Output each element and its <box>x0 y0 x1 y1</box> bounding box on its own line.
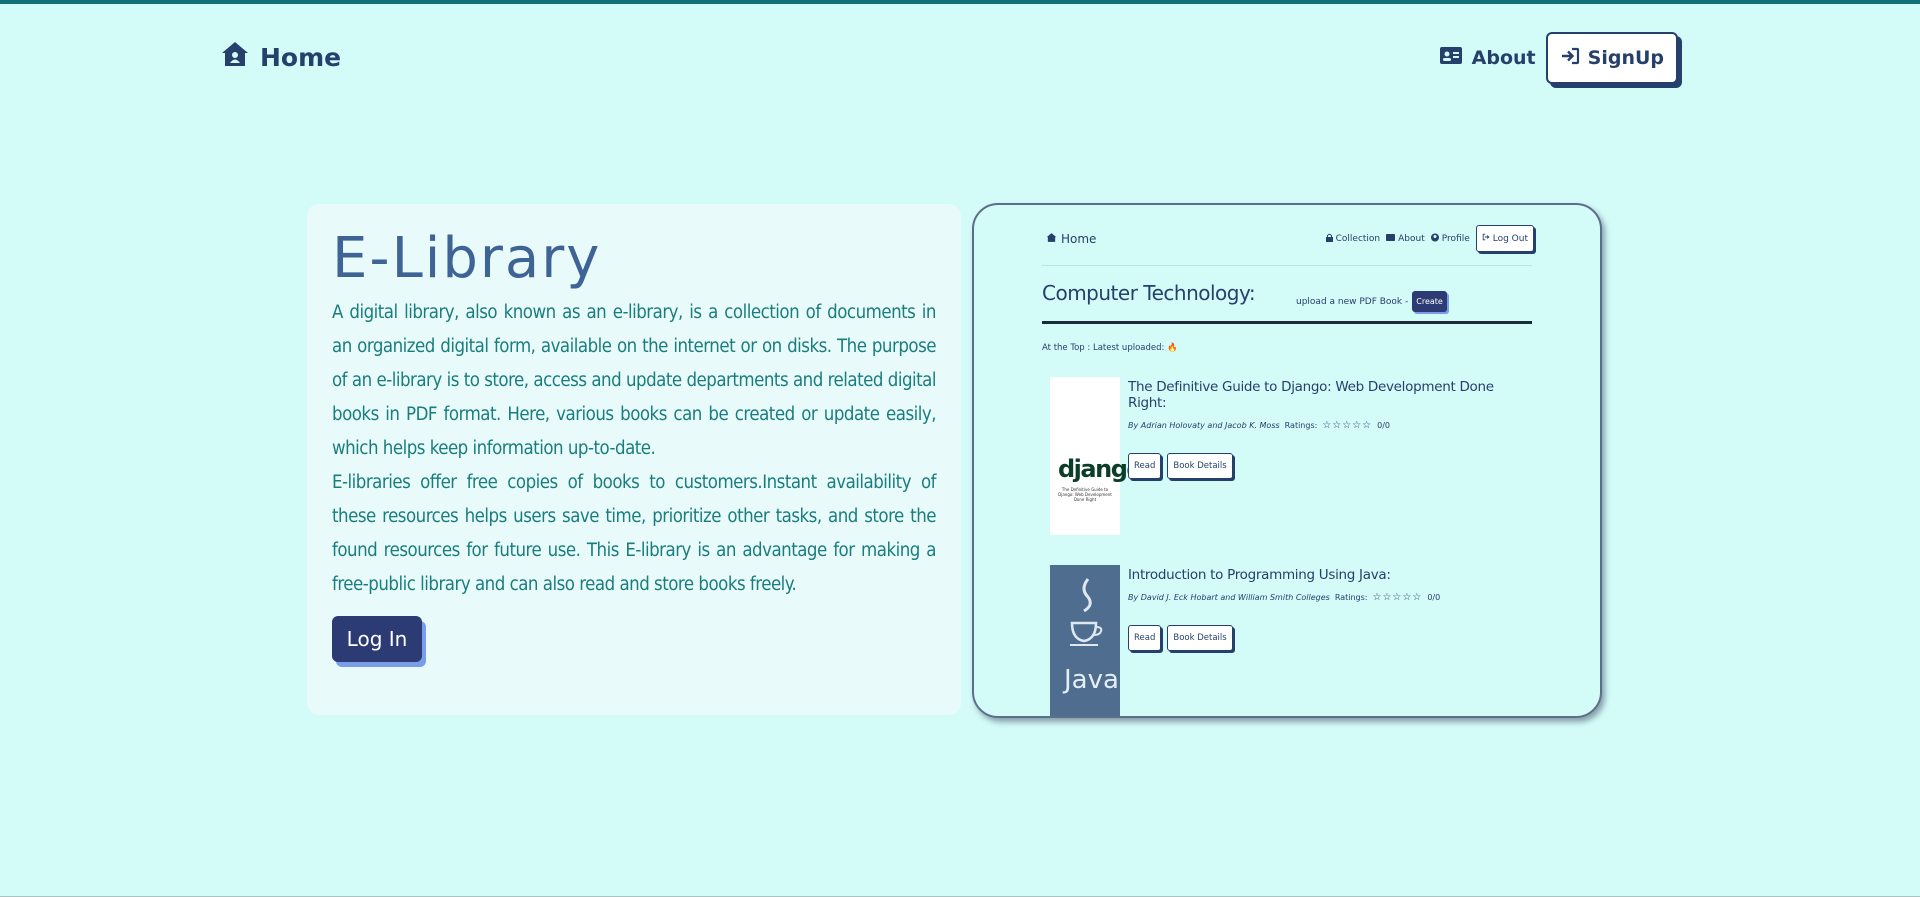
book-details-button: Book Details <box>1167 625 1233 651</box>
star-rating: ☆☆☆☆☆ <box>1322 420 1373 431</box>
preview-upload-text: upload a new PDF Book - <box>1296 296 1409 307</box>
intro-card: E-Library A digital library, also known … <box>307 204 961 715</box>
book-meta: By Adrian Holovaty and Jacob K. Moss Rat… <box>1128 420 1530 431</box>
id-card-icon <box>1386 233 1396 244</box>
nav-about-label: About <box>1471 47 1536 69</box>
home-icon <box>220 40 250 74</box>
lock-icon <box>1325 233 1333 245</box>
preview-home-label: Home <box>1061 232 1097 246</box>
book-actions: Read Book Details <box>1128 453 1530 479</box>
nav-home-label: Home <box>260 42 342 72</box>
cover-title: Java <box>1064 665 1119 695</box>
fire-icon: 🔥 <box>1167 343 1178 353</box>
preview-section-rule <box>1042 321 1532 324</box>
id-card-icon <box>1439 47 1462 69</box>
book-authors: By Adrian Holovaty and Jacob K. Moss <box>1128 421 1280 430</box>
preview-navbar: Home Collection About Profile Log Out <box>1046 225 1534 255</box>
preview-logout-label: Log Out <box>1492 233 1528 244</box>
preview-upload-row: upload a new PDF Book - Create <box>1296 291 1447 312</box>
cover-subtitle: The Definitive Guide to Django: Web Deve… <box>1058 487 1112 502</box>
signup-button[interactable]: SignUp <box>1545 32 1678 84</box>
signup-label: SignUp <box>1587 47 1664 69</box>
book-info: The Definitive Guide to Django: Web Deve… <box>1128 379 1530 479</box>
preview-divider <box>1042 265 1532 266</box>
intro-paragraph-2: E-libraries offer free copies of books t… <box>332 472 937 595</box>
home-icon <box>1046 232 1057 246</box>
preview-latest-label: At the Top : Latest uploaded: <box>1042 343 1165 353</box>
book-title: Introduction to Programming Using Java: <box>1128 567 1391 583</box>
app-preview-screenshot: Home Collection About Profile Log Out Co… <box>972 203 1602 718</box>
page-title: E-Library <box>332 226 602 291</box>
preview-home-link: Home <box>1046 232 1096 246</box>
rating-score: 0/0 <box>1427 593 1441 602</box>
book-info: Introduction to Programming Using Java: … <box>1128 567 1440 651</box>
preview-profile-label: Profile <box>1441 233 1470 244</box>
book-meta: By David J. Eck Hobart and William Smith… <box>1128 592 1440 603</box>
sign-out-icon <box>1482 233 1490 244</box>
preview-section-title: Computer Technology: <box>1042 281 1256 305</box>
preview-nav-right: Collection About Profile Log Out <box>1325 225 1534 252</box>
ratings-label: Ratings: <box>1334 593 1368 602</box>
preview-logout-button: Log Out <box>1475 225 1534 252</box>
star-rating: ☆☆☆☆☆ <box>1372 592 1423 603</box>
preview-collection-link: Collection <box>1325 233 1381 245</box>
preview-latest-text: At the Top : Latest uploaded: 🔥 <box>1042 343 1178 353</box>
preview-profile-link: Profile <box>1430 233 1470 245</box>
preview-create-button: Create <box>1412 291 1447 312</box>
preview-collection-label: Collection <box>1335 233 1381 244</box>
nav-right-group: About SignUp <box>1439 32 1678 84</box>
login-button[interactable]: Log In <box>332 616 422 662</box>
book-cover-django: django The Definitive Guide to Django: W… <box>1050 377 1143 535</box>
book-cover-java: Java <box>1050 565 1120 716</box>
book-title: The Definitive Guide to Django: Web Deve… <box>1128 379 1494 411</box>
nav-home-link[interactable]: Home <box>220 40 341 74</box>
book-authors: By David J. Eck Hobart and William Smith… <box>1128 593 1330 602</box>
preview-about-link: About <box>1386 234 1425 244</box>
read-button: Read <box>1128 453 1162 479</box>
sign-in-icon <box>1560 47 1580 70</box>
book-details-button: Book Details <box>1167 453 1233 479</box>
book-actions: Read Book Details <box>1128 625 1440 651</box>
intro-paragraph-1: A digital library, also known as an e-li… <box>332 302 937 459</box>
ratings-label: Ratings: <box>1284 421 1318 430</box>
rating-score: 0/0 <box>1377 421 1391 430</box>
nav-about-link[interactable]: About <box>1439 47 1536 69</box>
read-button: Read <box>1128 625 1162 651</box>
preview-about-label: About <box>1398 233 1425 244</box>
user-icon <box>1430 233 1439 245</box>
